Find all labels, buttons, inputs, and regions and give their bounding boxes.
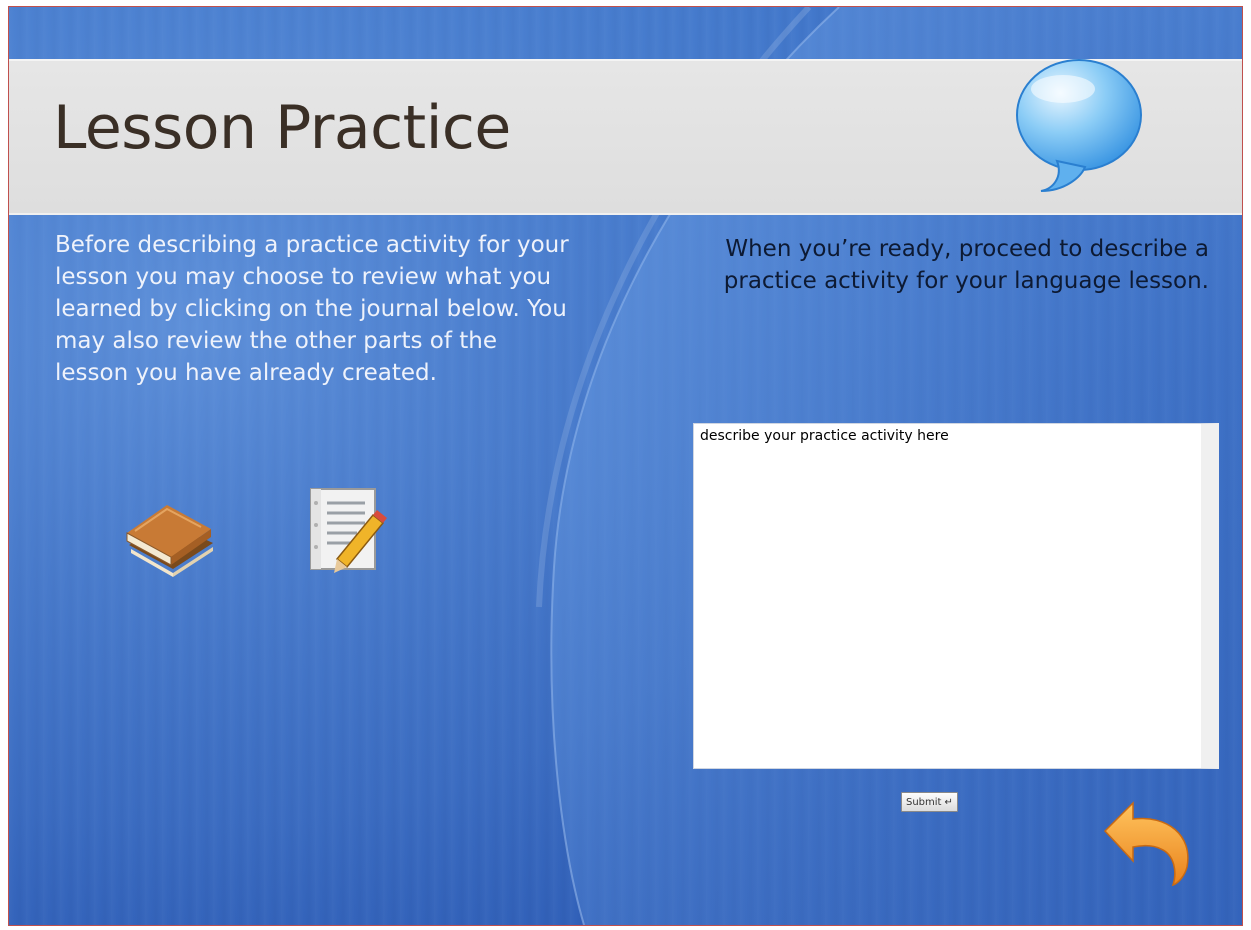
submit-button[interactable]: Submit ↵ [901,792,958,812]
back-arrow-icon[interactable] [1103,795,1195,887]
page-title: Lesson Practice [53,93,511,163]
practice-activity-input[interactable]: describe your practice activity here [693,423,1219,769]
submit-label: Submit [906,796,942,808]
proceed-instructions: When you’re ready, proceed to describe a… [723,236,1209,294]
enter-icon: ↵ [944,796,953,808]
slide: Lesson Practice Before describing a prac… [9,7,1242,925]
journal-pencil-icon[interactable] [307,485,387,577]
book-icon[interactable] [121,485,217,579]
review-instructions: Before describing a practice activity fo… [55,232,569,386]
speech-bubble-icon [1016,59,1142,192]
